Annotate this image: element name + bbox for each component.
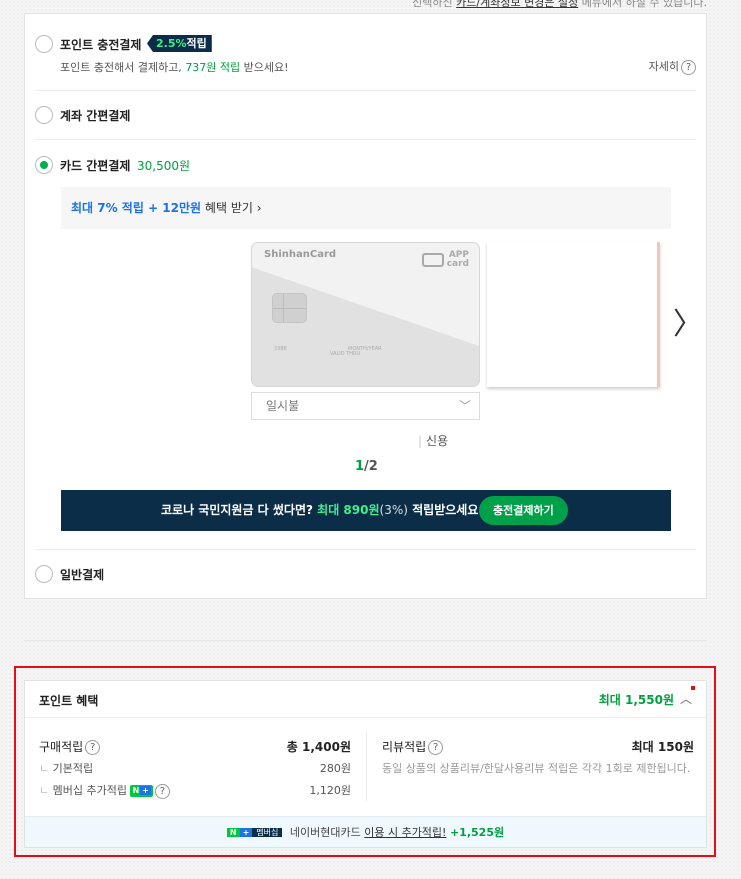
chevron-down-icon: ﹀ [458, 399, 471, 413]
covid-text-1: 코로나 국민지원금 다 썼다면? [161, 503, 313, 517]
sub-prefix: 포인트 충전해서 결제하고, [60, 61, 182, 74]
page-total: /2 [364, 459, 378, 474]
detail-text: 자세히 [648, 60, 679, 73]
chevron-right-icon[interactable]: 〉 [673, 299, 703, 343]
benefit-bold: 최대 7% 적립 + 12만원 [71, 201, 202, 215]
account-label: 계좌 간편결제 [60, 109, 131, 123]
general-radio[interactable] [35, 565, 53, 583]
point-charge-sub: 포인트 충전해서 결제하고, 737원 적립 받으세요! [60, 59, 289, 75]
benefit-rest: 혜택 받기 › [204, 201, 262, 215]
general-label: 일반결제 [60, 568, 105, 582]
top-note: 선택하신 카드/계좌정보 변경은 설정 메뉴에서 하실 수 있습니다. [412, 0, 707, 10]
point-charge-label: 포인트 충전결제 [60, 38, 142, 52]
option-card[interactable]: 카드 간편결제 30,500원 [35, 141, 696, 181]
detail-link[interactable]: 자세히? [649, 58, 696, 75]
installment-select[interactable]: 일시불 ﹀ [251, 392, 480, 420]
card-benefit-bar[interactable]: 최대 7% 적립 + 12만원 혜택 받기 › [61, 187, 671, 229]
covid-text-2: 적립받으세요! [412, 503, 484, 517]
section-divider [24, 640, 707, 641]
card-number: 3388 [274, 346, 287, 352]
page-current: 1 [355, 459, 365, 474]
covid-text-rate: (3%) [379, 503, 408, 517]
next-card-preview[interactable] [487, 242, 660, 387]
option-account[interactable]: 계좌 간편결제 [35, 92, 696, 140]
card-kind-text: 신용 [426, 434, 449, 448]
highlight-frame [14, 666, 716, 857]
app-card-text-2: card [446, 259, 469, 269]
option-point-charge[interactable]: 포인트 충전결제 2.5%적립 포인트 충전해서 결제하고, 737원 적립 받… [35, 14, 696, 91]
point-rate-badge: 2.5%적립 [147, 35, 212, 52]
account-radio[interactable] [35, 106, 53, 124]
settings-link[interactable]: 카드/계좌정보 변경은 설정 [456, 0, 578, 9]
question-icon[interactable]: ? [681, 59, 696, 75]
sub-amount: 737원 적립 [185, 61, 241, 74]
shinhan-card-image[interactable]: ShinhanCard APP card 3388 VALID THRU MONT… [251, 242, 480, 387]
card-label: 카드 간편결제 [60, 159, 131, 173]
top-note-prefix: 선택하신 [412, 0, 453, 9]
card-month-year: MONTH/YEAR [348, 346, 382, 352]
card-brand: ShinhanCard [264, 249, 337, 260]
option-general[interactable]: 일반결제 [35, 550, 696, 598]
point-charge-radio[interactable] [35, 35, 53, 53]
card-radio[interactable] [35, 156, 53, 174]
badge-text: 적립 [186, 37, 207, 50]
card-pager: 1/2 [355, 459, 378, 474]
badge-rate: 2.5% [156, 37, 187, 50]
installment-value: 일시불 [266, 399, 300, 413]
top-note-suffix: 메뉴에서 하실 수 있습니다. [581, 0, 707, 9]
covid-text-green: 최대 890원 [317, 503, 380, 517]
card-chip-icon [272, 293, 307, 323]
payment-method-box: 포인트 충전결제 2.5%적립 포인트 충전해서 결제하고, 737원 적립 받… [24, 13, 707, 599]
app-card-logo: APP card [421, 251, 469, 269]
app-card-icon [421, 253, 444, 267]
card-kind: | 신용 [418, 434, 449, 448]
sub-suffix: 받으세요! [243, 61, 289, 74]
covid-promo-banner: 코로나 국민지원금 다 썼다면? 최대 890원(3%) 적립받으세요! 충전결… [61, 490, 671, 531]
card-price: 30,500원 [137, 159, 191, 173]
charge-pay-button[interactable]: 충전결제하기 [479, 496, 568, 525]
